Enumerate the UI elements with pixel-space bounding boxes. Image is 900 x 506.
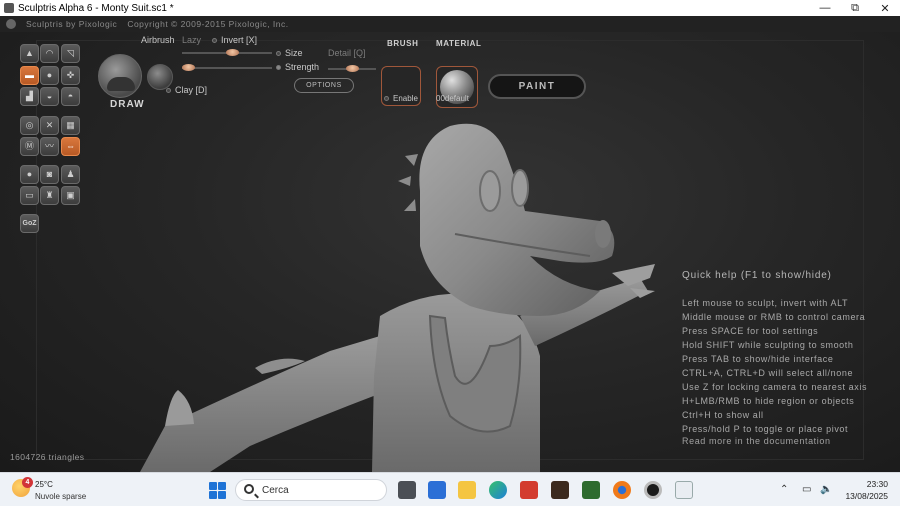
invert-label[interactable]: Invert [X] xyxy=(221,35,257,45)
paint-button[interactable]: PAINT xyxy=(488,74,586,99)
minimize-button[interactable]: — xyxy=(810,2,840,14)
tool-draw-icon[interactable]: ▬ xyxy=(20,66,39,85)
quick-help-line: Press SPACE for tool settings xyxy=(682,326,819,336)
clay-toggle[interactable] xyxy=(166,88,171,93)
tool-crease-icon[interactable]: ◠ xyxy=(40,44,59,63)
sculpt-viewport[interactable]: Sculptris by Pixologic Copyright © 2009-… xyxy=(0,16,900,472)
quick-help-line: Press TAB to show/hide interface xyxy=(682,354,834,364)
search-placeholder: Cerca xyxy=(262,485,289,496)
goz-button[interactable]: GoZ xyxy=(20,214,39,233)
file-explorer-icon[interactable] xyxy=(458,481,476,499)
tray-chevron-up-icon[interactable]: ⌃ xyxy=(780,484,788,495)
app-red-icon[interactable] xyxy=(520,481,538,499)
tool-reduce-icon[interactable]: ▣ xyxy=(61,186,80,205)
tool-symmetry-icon[interactable]: ◎ xyxy=(20,116,39,135)
quick-help-line: Press/hold P to toggle or place pivot xyxy=(682,424,849,434)
tool-flatten-icon[interactable]: ▟ xyxy=(20,87,39,106)
quick-help-line: Left mouse to sculpt, invert with ALT xyxy=(682,298,849,308)
options-button[interactable]: OPTIONS xyxy=(294,78,354,93)
clock-time: 23:30 xyxy=(866,479,888,489)
tool-pinch-icon[interactable]: ✜ xyxy=(61,66,80,85)
invert-toggle[interactable] xyxy=(212,38,217,43)
airbrush-preview[interactable] xyxy=(147,64,173,90)
edge-browser-icon[interactable] xyxy=(489,481,507,499)
tool-figure-alt-icon[interactable]: ♜ xyxy=(40,186,59,205)
material-name: 00default xyxy=(436,94,469,103)
tool-grid-icon[interactable]: ▦ xyxy=(61,116,80,135)
app-pen-icon[interactable] xyxy=(675,481,693,499)
quick-help-title: Quick help (F1 to show/hide) xyxy=(682,270,832,281)
app-green-icon[interactable] xyxy=(582,481,600,499)
tool-inflate-icon[interactable]: ● xyxy=(40,66,59,85)
tool-plane-icon[interactable]: ▭ xyxy=(20,186,39,205)
search-icon xyxy=(244,484,254,494)
strength-slider-knob[interactable] xyxy=(346,65,359,72)
quick-help-line: H+LMB/RMB to hide region or objects xyxy=(682,396,855,406)
tool-scale-icon[interactable]: ◓ xyxy=(61,87,80,106)
brush-enable-toggle[interactable] xyxy=(384,96,389,101)
tool-wireframe-icon[interactable]: ✕ xyxy=(40,116,59,135)
tool-camera-icon[interactable]: ◙ xyxy=(40,165,59,184)
task-view-icon[interactable] xyxy=(398,481,416,499)
app-brown-icon[interactable] xyxy=(551,481,569,499)
brush-enable-label[interactable]: Enable xyxy=(393,94,418,103)
app-icon xyxy=(4,3,14,13)
lazy-label[interactable]: Lazy xyxy=(182,35,201,45)
triangle-count: 1604726 triangles xyxy=(10,452,85,462)
network-icon[interactable]: ▭ xyxy=(802,484,811,495)
tool-smooth-icon[interactable]: ◒ xyxy=(40,87,59,106)
tool-wave-icon[interactable]: 〰 xyxy=(40,137,59,156)
lazy-slider-knob[interactable] xyxy=(226,49,239,56)
close-button[interactable]: ✕ xyxy=(870,2,900,15)
size-toggle[interactable] xyxy=(276,51,281,56)
quick-help-line: CTRL+A, CTRL+D will select all/none xyxy=(682,368,854,378)
quick-help-line: Ctrl+H to show all xyxy=(682,410,764,420)
documentation-link[interactable]: Read more in the documentation xyxy=(682,436,831,446)
window-title: Sculptris Alpha 6 - Monty Suit.sc1 * xyxy=(18,2,174,14)
strength-label[interactable]: Strength xyxy=(285,62,319,72)
draw-tool-preview[interactable] xyxy=(98,54,142,98)
clay-label[interactable]: Clay [D] xyxy=(175,85,207,95)
tool-mask-icon[interactable]: Ⓜ xyxy=(20,137,39,156)
windows-taskbar: 4 25°C Nuvole sparse Cerca ⌃ ▭ 🔈 23:30 1… xyxy=(0,472,900,506)
airbrush-slider-knob[interactable] xyxy=(182,64,195,71)
airbrush-slider-track[interactable] xyxy=(182,67,272,69)
tool-sphere-icon[interactable]: ● xyxy=(20,165,39,184)
window-titlebar: Sculptris Alpha 6 - Monty Suit.sc1 * — ⧉… xyxy=(0,0,900,16)
weather-badge: 4 xyxy=(22,477,33,488)
strength-toggle[interactable] xyxy=(276,65,281,70)
weather-condition: Nuvole sparse xyxy=(35,492,87,501)
sculptris-taskbar-icon[interactable] xyxy=(644,481,662,499)
tool-rotate-icon[interactable]: ▲ xyxy=(20,44,39,63)
quick-help-line: Use Z for locking camera to nearest axis xyxy=(682,382,868,392)
material-heading: MATERIAL xyxy=(436,39,482,48)
system-clock[interactable]: 23:30 13/08/2025 xyxy=(845,478,888,502)
brush-heading: BRUSH xyxy=(387,39,419,48)
quick-help-line: Middle mouse or RMB to control camera xyxy=(682,312,866,322)
tool-name: DRAW xyxy=(110,99,145,110)
clock-date: 13/08/2025 xyxy=(845,491,888,501)
taskbar-search[interactable]: Cerca xyxy=(235,479,387,501)
weather-temperature: 25°C xyxy=(35,480,53,489)
quick-help-list: Left mouse to sculpt, invert with ALT Mi… xyxy=(682,296,867,436)
blender-icon[interactable] xyxy=(613,481,631,499)
tool-grab-icon[interactable]: ◹ xyxy=(61,44,80,63)
maximize-button[interactable]: ⧉ xyxy=(840,2,870,15)
volume-icon[interactable]: 🔈 xyxy=(820,484,832,495)
quick-help-line: Hold SHIFT while sculpting to smooth xyxy=(682,340,854,350)
store-icon[interactable] xyxy=(428,481,446,499)
detail-label[interactable]: Detail [Q] xyxy=(328,48,366,58)
tool-figure-icon[interactable]: ♟ xyxy=(61,165,80,184)
start-button[interactable] xyxy=(209,482,226,499)
weather-widget[interactable]: 4 25°C Nuvole sparse xyxy=(12,477,102,503)
tool-symmetry-toggle-icon[interactable]: ⇔ xyxy=(61,137,80,156)
size-label[interactable]: Size xyxy=(285,48,303,58)
airbrush-label[interactable]: Airbrush xyxy=(141,35,175,45)
